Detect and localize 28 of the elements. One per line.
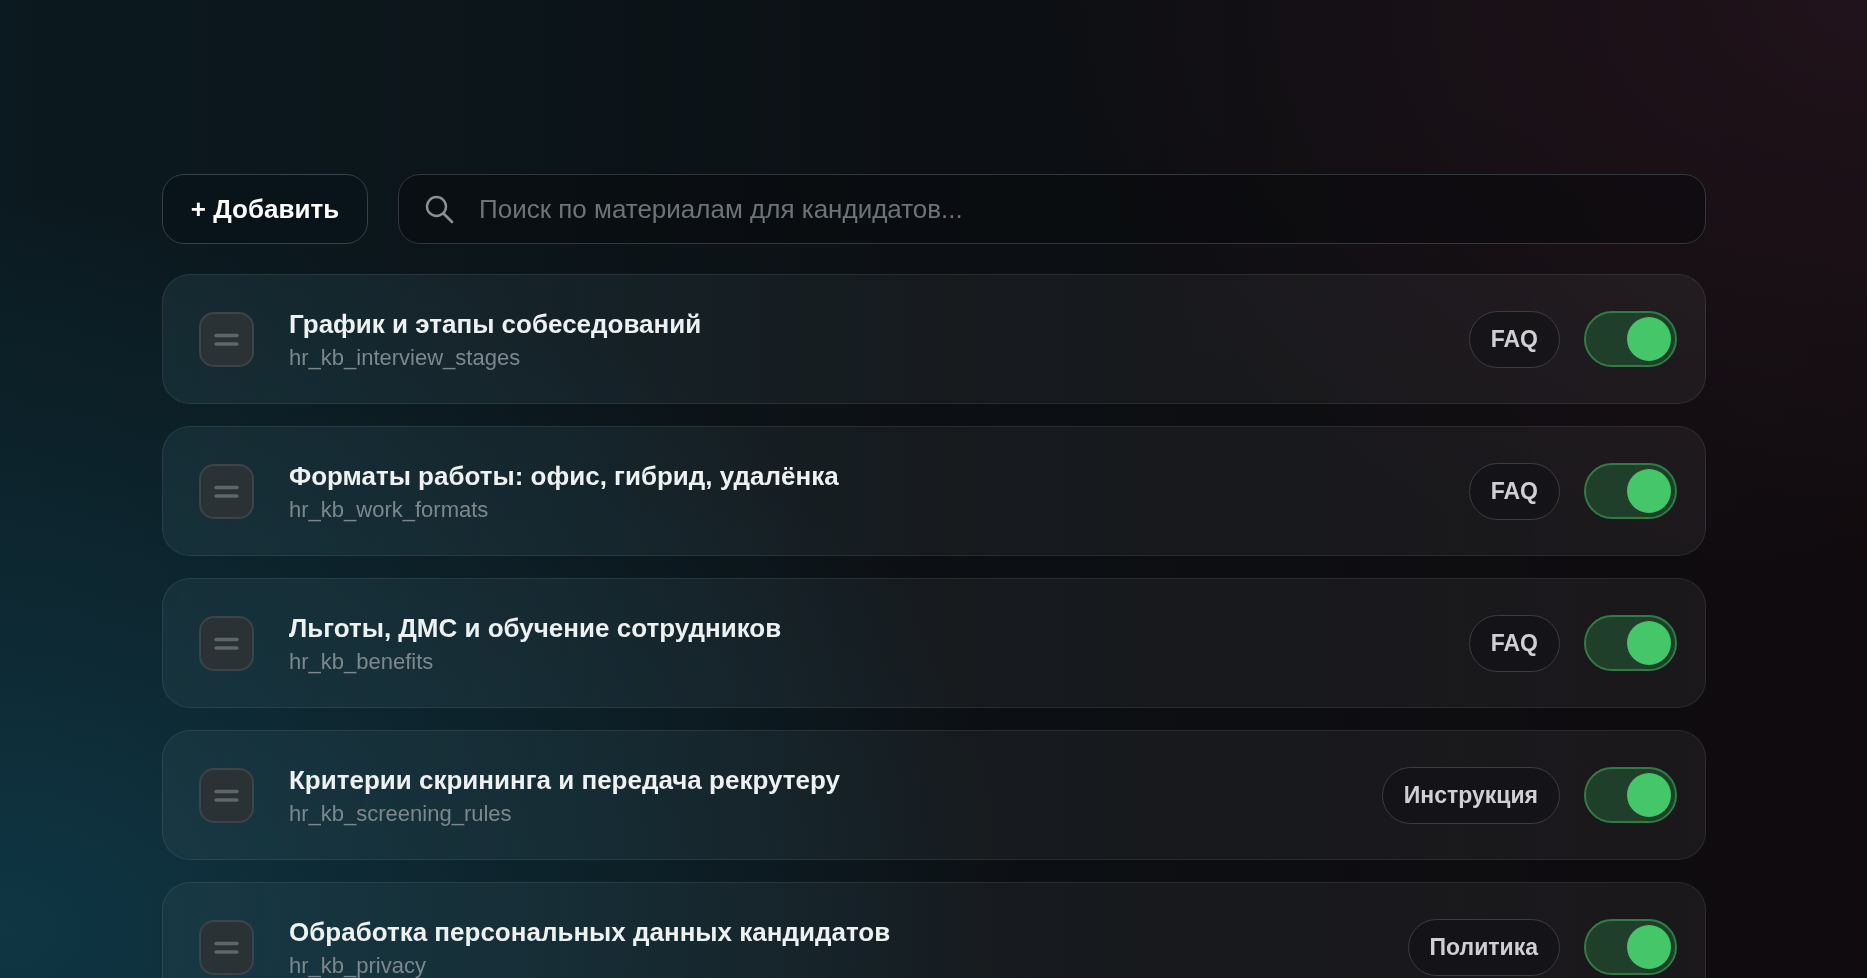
item-title: График и этапы собеседований [289,308,703,340]
item-key: hr_kb_interview_stages [289,345,1469,370]
category-tag: Инструкция [1381,766,1560,824]
item-key: hr_kb_screening_rules [289,801,1382,826]
drag-handle-icon[interactable] [199,311,254,367]
drag-handle-icon[interactable] [199,615,254,671]
drag-handle-icon[interactable] [199,919,254,975]
category-tag: FAQ [1468,614,1560,672]
toggle-switch[interactable] [1584,615,1677,671]
drag-handle-icon[interactable] [199,767,254,823]
item-key: hr_kb_privacy [289,953,1408,978]
item-key: hr_kb_benefits [289,649,1469,674]
toggle-switch[interactable] [1584,311,1677,367]
toggle-switch[interactable] [1584,919,1677,975]
search-field[interactable]: Поиск по материалам для кандидатов... [398,174,1706,244]
toggle-switch[interactable] [1584,463,1677,519]
item-title: Форматы работы: офис, гибрид, удалёнка [289,460,840,492]
item-title: Обработка персональных данных кандидатов [289,916,892,948]
item-key: hr_kb_work_formats [289,497,1469,522]
add-button[interactable]: + Добавить [162,174,368,244]
item-title: Льготы, ДМС и обучение сотрудников [289,612,783,644]
category-tag: FAQ [1468,310,1560,368]
toggle-switch[interactable] [1584,767,1677,823]
category-tag: FAQ [1468,462,1560,520]
drag-handle-icon[interactable] [199,463,254,519]
item-title: Критерии скрининга и передача рекрутеру [289,764,841,796]
search-icon [424,194,454,224]
category-tag: Политика [1407,918,1560,976]
